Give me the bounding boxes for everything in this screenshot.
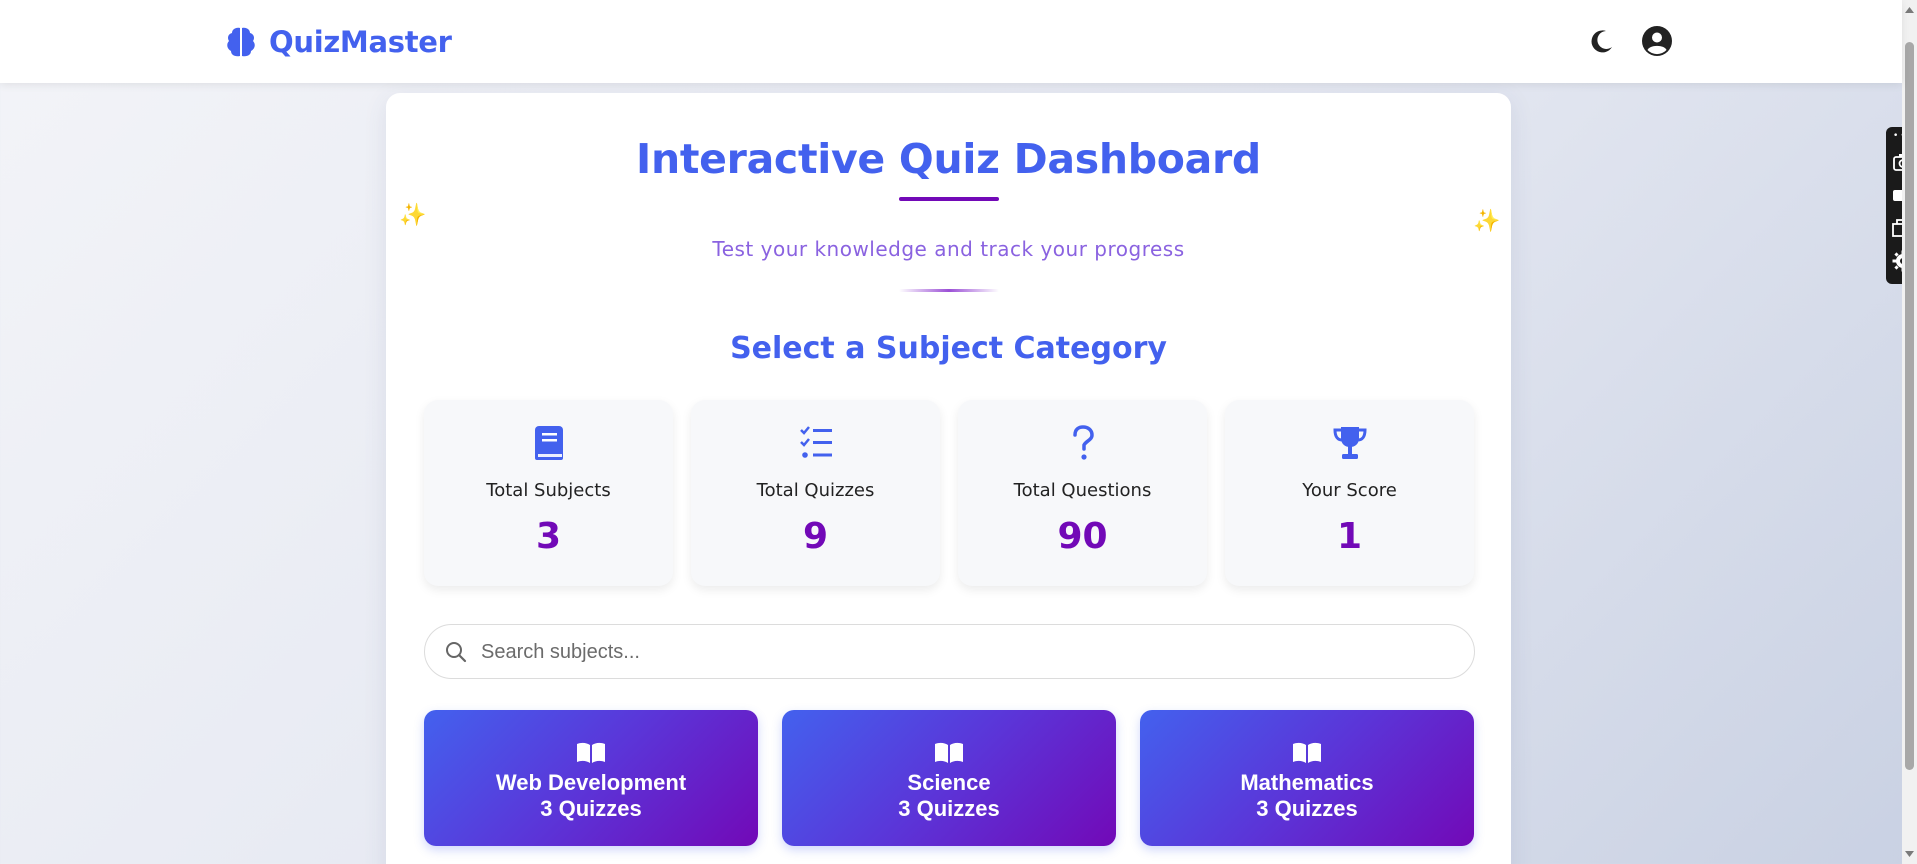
subject-card-science[interactable]: Science 3 Quizzes — [782, 710, 1116, 846]
stat-card-score: Your Score 1 — [1225, 400, 1474, 586]
section-heading: Select a Subject Category — [730, 331, 1167, 366]
subtitle-divider — [899, 289, 999, 292]
subject-name: Science — [907, 770, 991, 795]
scrollbar[interactable] — [1902, 0, 1917, 864]
dashboard-card: Interactive Quiz Dashboard ✨ ✨ Test your… — [386, 93, 1511, 864]
scroll-down-arrow-icon[interactable] — [1905, 850, 1914, 858]
page-subtitle: Test your knowledge and track your progr… — [712, 237, 1185, 261]
stat-label: Total Questions — [1013, 480, 1152, 501]
stat-label: Total Quizzes — [756, 480, 875, 501]
subject-quiz-count: 3 Quizzes — [540, 796, 642, 821]
question-icon — [1073, 425, 1094, 460]
sparkle-icon: ✨ — [1473, 209, 1501, 234]
subject-card-mathematics[interactable]: Mathematics 3 Quizzes — [1140, 710, 1474, 846]
book-open-icon — [935, 742, 963, 763]
book-open-icon — [577, 742, 605, 763]
stat-card-subjects: Total Subjects 3 — [424, 400, 673, 586]
brand[interactable]: QuizMaster — [223, 22, 452, 62]
sparkle-icon: ✨ — [399, 203, 427, 228]
subject-name: Web Development — [495, 770, 687, 795]
stat-value: 1 — [1336, 516, 1363, 557]
stat-label: Total Subjects — [486, 480, 611, 501]
stat-value: 90 — [1057, 516, 1108, 557]
stat-card-quizzes: Total Quizzes 9 — [691, 400, 940, 586]
stat-card-questions: Total Questions 90 — [958, 400, 1207, 586]
list-check-icon — [800, 426, 832, 458]
moon-icon[interactable] — [1586, 25, 1618, 57]
title-underline — [899, 197, 999, 201]
subject-quiz-count: 3 Quizzes — [898, 796, 1000, 821]
subject-name: Mathematics — [1240, 770, 1374, 795]
user-circle-icon[interactable] — [1641, 25, 1673, 57]
search-input[interactable] — [481, 633, 1451, 671]
brain-icon — [227, 27, 255, 57]
search-box — [424, 624, 1475, 679]
brand-name: QuizMaster — [269, 25, 452, 59]
navbar: QuizMaster — [0, 0, 1902, 83]
stat-value: 3 — [535, 516, 562, 557]
scroll-up-arrow-icon[interactable] — [1905, 6, 1914, 14]
subject-card-web-development[interactable]: Web Development 3 Quizzes — [424, 710, 758, 846]
scrollbar-thumb[interactable] — [1905, 42, 1914, 770]
book-icon — [535, 426, 563, 460]
search-icon — [446, 642, 467, 663]
subject-quiz-count: 3 Quizzes — [1256, 796, 1358, 821]
book-open-icon — [1293, 742, 1321, 763]
page-title: Interactive Quiz Dashboard — [636, 135, 1261, 183]
trophy-icon — [1333, 427, 1367, 459]
stat-label: Your Score — [1302, 480, 1397, 501]
stat-value: 9 — [802, 516, 829, 557]
